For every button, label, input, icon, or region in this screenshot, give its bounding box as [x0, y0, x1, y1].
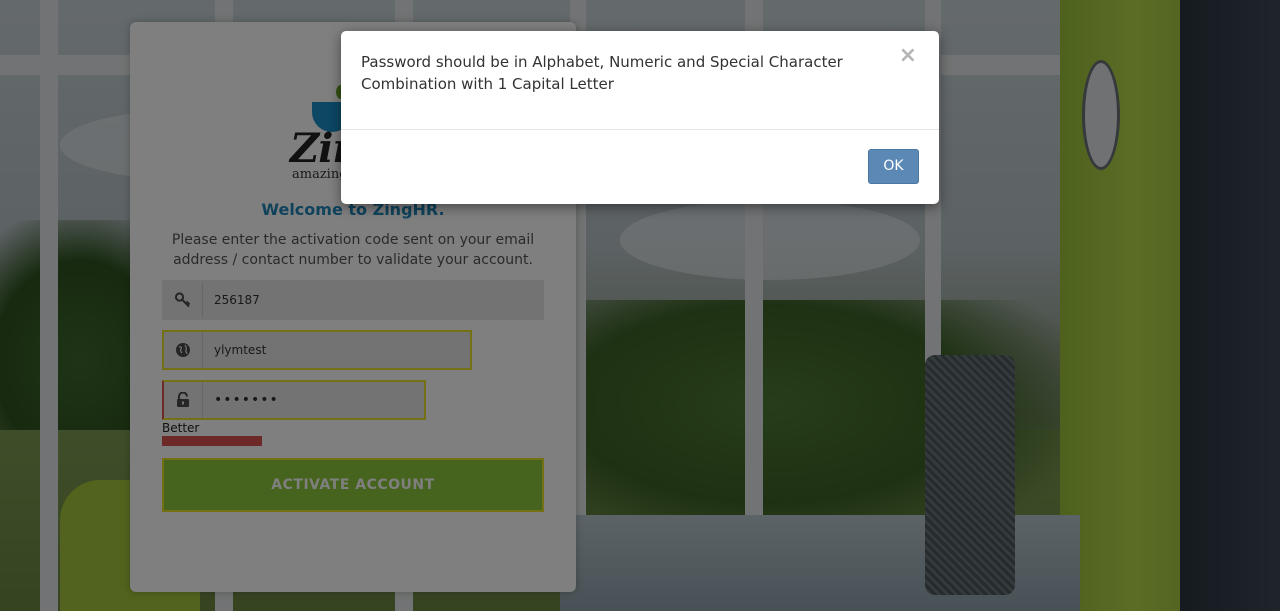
ok-button[interactable]: OK: [868, 149, 919, 184]
close-icon[interactable]: ×: [899, 43, 917, 68]
dialog-divider: [341, 129, 939, 130]
dialog-message: Password should be in Alphabet, Numeric …: [361, 53, 843, 93]
password-rule-dialog: Password should be in Alphabet, Numeric …: [341, 31, 939, 204]
